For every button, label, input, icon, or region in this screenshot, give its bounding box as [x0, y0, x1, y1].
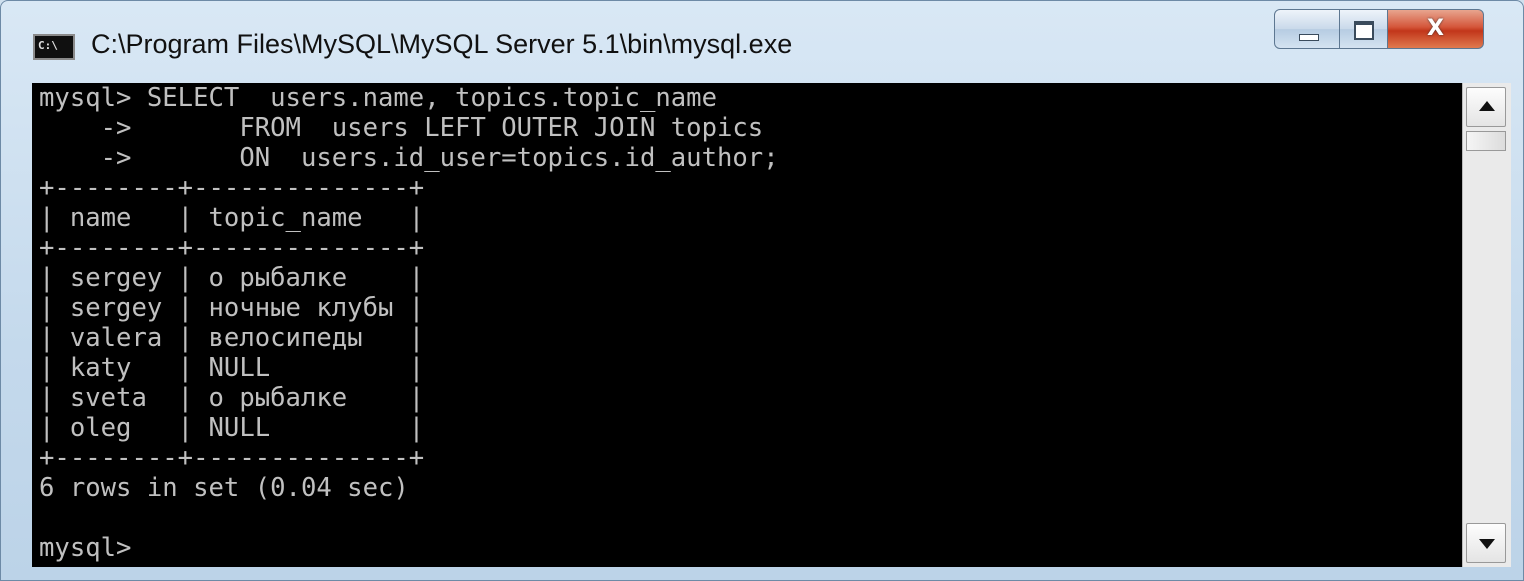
- console-line: [32, 503, 1462, 533]
- maximize-icon: [1354, 21, 1374, 40]
- console-app-icon[interactable]: C:\: [33, 34, 75, 60]
- table-header-row: | name | topic_name |: [39, 203, 425, 233]
- console-line: mysql> SELECT users.name, topics.topic_n…: [39, 83, 717, 113]
- table-row: | katy | NULL |: [39, 353, 425, 383]
- vertical-scrollbar[interactable]: [1462, 83, 1511, 567]
- table-row: | oleg | NULL |: [39, 413, 425, 443]
- title-bar[interactable]: C:\ C:\Program Files\MySQL\MySQL Server …: [1, 1, 1523, 81]
- mysql-prompt[interactable]: mysql>: [32, 533, 1462, 563]
- scroll-up-button[interactable]: [1466, 87, 1506, 127]
- table-row: | valera | велосипеды |: [39, 323, 425, 353]
- scroll-down-button[interactable]: [1466, 523, 1506, 563]
- table-border: +--------+--------------+: [39, 443, 425, 473]
- close-icon: X: [1427, 16, 1444, 41]
- scroll-up-arrow-icon: [1479, 101, 1495, 111]
- table-row: | sergey | о рыбалке |: [39, 263, 425, 293]
- table-row: | sergey | ночные клубы |: [39, 293, 425, 323]
- table-border: +--------+--------------+: [39, 233, 425, 263]
- window-title: C:\Program Files\MySQL\MySQL Server 5.1\…: [91, 29, 793, 59]
- window-controls: X: [1274, 9, 1484, 51]
- minimize-icon: [1299, 34, 1319, 41]
- result-summary: 6 rows in set (0.04 sec): [39, 473, 409, 503]
- console-window: C:\ C:\Program Files\MySQL\MySQL Server …: [0, 0, 1524, 581]
- console-output[interactable]: mysql> SELECT users.name, topics.topic_n…: [32, 83, 1462, 567]
- table-row: | sveta | о рыбалке |: [39, 383, 425, 413]
- maximize-button[interactable]: [1340, 9, 1388, 49]
- table-border: +--------+--------------+: [39, 173, 425, 203]
- console-line: -> ON users.id_user=topics.id_author;: [39, 143, 779, 173]
- minimize-button[interactable]: [1274, 9, 1340, 49]
- scroll-down-arrow-icon: [1479, 539, 1495, 549]
- scrollbar-thumb[interactable]: [1466, 131, 1506, 151]
- close-button[interactable]: X: [1388, 9, 1484, 49]
- console-line: -> FROM users LEFT OUTER JOIN topics: [39, 113, 764, 143]
